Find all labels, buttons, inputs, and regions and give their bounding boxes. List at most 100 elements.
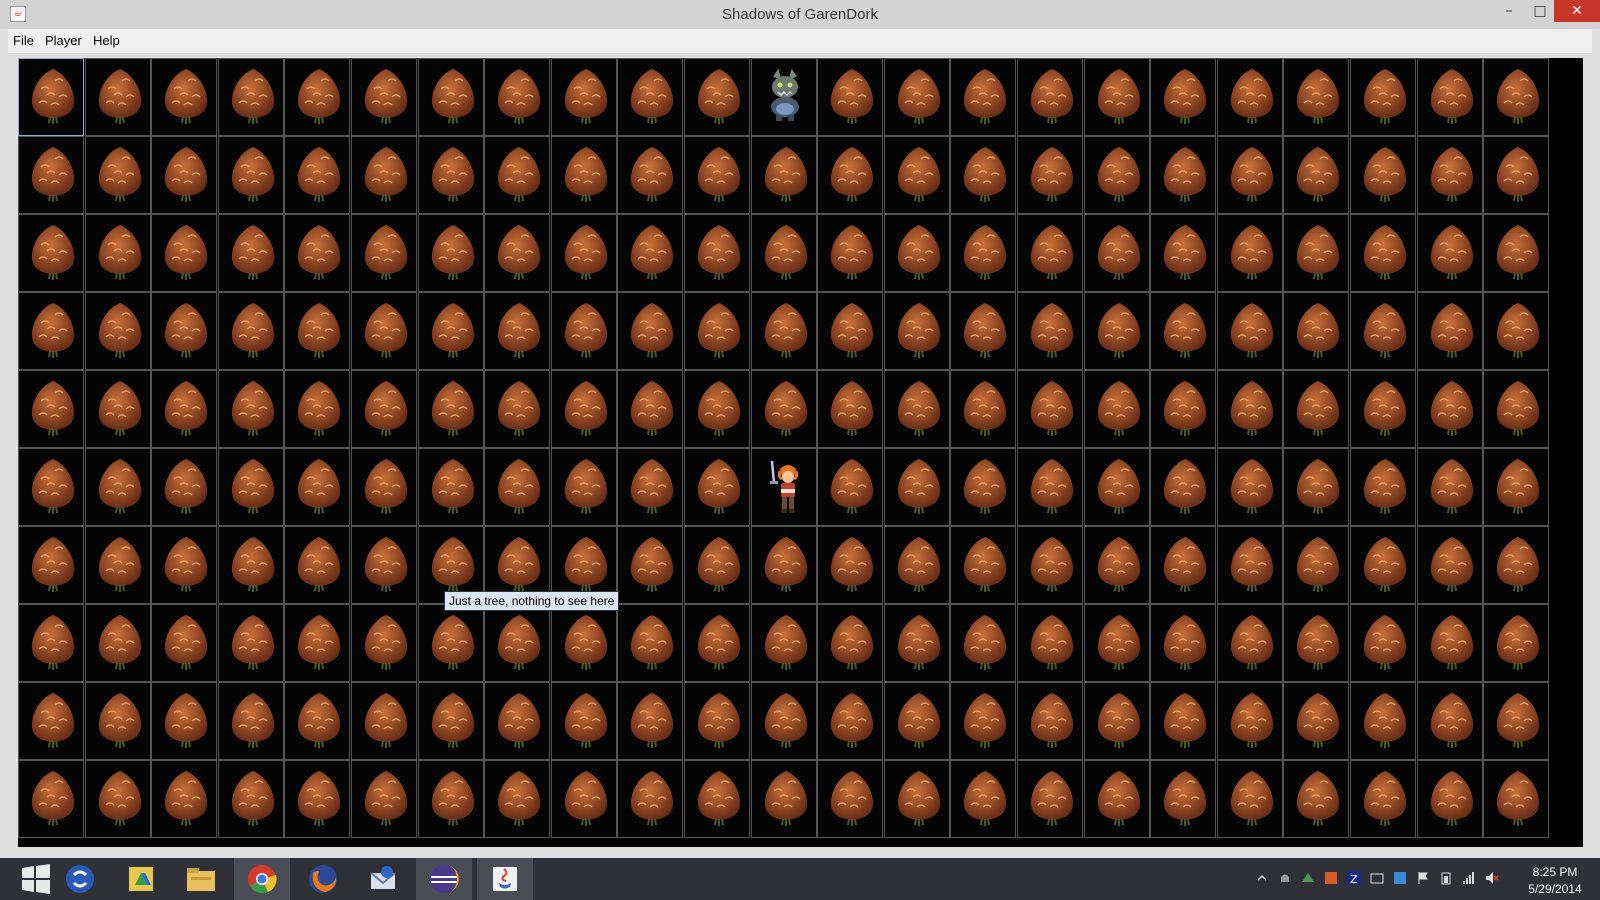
tree-tile[interactable] <box>151 58 217 136</box>
eclipse-taskbar-button[interactable] <box>416 858 472 900</box>
tree-tile[interactable] <box>1283 214 1349 292</box>
tree-tile[interactable] <box>1084 370 1150 448</box>
tree-tile[interactable] <box>1084 526 1150 604</box>
tree-tile[interactable] <box>617 760 683 838</box>
tree-tile[interactable] <box>1483 292 1549 370</box>
tree-tile[interactable] <box>1417 370 1483 448</box>
tree-tile[interactable] <box>351 214 417 292</box>
tree-tile[interactable] <box>218 370 284 448</box>
tree-tile[interactable] <box>1217 604 1283 682</box>
tree-tile[interactable] <box>85 58 151 136</box>
tree-tile[interactable] <box>484 448 550 526</box>
tree-tile[interactable] <box>351 526 417 604</box>
tree-tile[interactable] <box>218 58 284 136</box>
tree-tile[interactable] <box>551 292 617 370</box>
tree-tile[interactable] <box>351 604 417 682</box>
tree-tile[interactable] <box>950 136 1016 214</box>
tree-tile[interactable] <box>418 370 484 448</box>
tree-tile[interactable] <box>1084 58 1150 136</box>
tree-tile[interactable] <box>218 760 284 838</box>
clock-time[interactable]: 8:25 PM <box>1520 865 1590 879</box>
tree-tile[interactable] <box>1283 58 1349 136</box>
tree-tile[interactable] <box>1350 370 1416 448</box>
close-button[interactable]: ✕ <box>1554 0 1600 22</box>
tree-tile[interactable] <box>617 370 683 448</box>
tree-tile[interactable] <box>1350 682 1416 760</box>
tree-tile[interactable] <box>1017 604 1083 682</box>
tree-tile[interactable] <box>284 526 350 604</box>
tree-tile[interactable] <box>751 214 817 292</box>
tree-tile[interactable] <box>484 292 550 370</box>
tree-tile[interactable] <box>1283 292 1349 370</box>
tree-tile[interactable] <box>1417 292 1483 370</box>
tree-tile[interactable] <box>85 604 151 682</box>
tree-tile[interactable] <box>151 448 217 526</box>
tree-tile[interactable] <box>1283 682 1349 760</box>
tree-tile[interactable] <box>218 448 284 526</box>
tree-tile[interactable] <box>751 136 817 214</box>
tree-tile[interactable] <box>551 136 617 214</box>
tree-tile[interactable] <box>1483 682 1549 760</box>
tree-tile[interactable] <box>85 370 151 448</box>
tree-tile[interactable] <box>617 448 683 526</box>
menu-help[interactable]: Help <box>93 33 120 48</box>
filezilla-icon[interactable]: Z <box>1347 870 1361 886</box>
tree-tile[interactable] <box>1017 136 1083 214</box>
tree-tile[interactable] <box>617 58 683 136</box>
keyboard-icon[interactable] <box>1370 870 1384 884</box>
tree-tile[interactable] <box>284 370 350 448</box>
tree-tile[interactable] <box>1350 448 1416 526</box>
tree-tile[interactable] <box>1217 682 1283 760</box>
tree-tile[interactable] <box>817 58 883 136</box>
tree-tile[interactable] <box>1483 58 1549 136</box>
flag-icon[interactable] <box>1416 870 1430 884</box>
battery-icon[interactable] <box>1439 870 1453 885</box>
tree-tile[interactable] <box>1017 214 1083 292</box>
tree-tile[interactable] <box>85 136 151 214</box>
tree-tile[interactable] <box>617 136 683 214</box>
tree-tile[interactable] <box>1483 448 1549 526</box>
tree-tile[interactable] <box>85 682 151 760</box>
tree-tile[interactable] <box>1350 292 1416 370</box>
tree-tile[interactable] <box>351 760 417 838</box>
tree-tile[interactable] <box>484 370 550 448</box>
tree-tile[interactable] <box>1217 214 1283 292</box>
tree-tile[interactable] <box>1283 526 1349 604</box>
tree-tile[interactable] <box>684 604 750 682</box>
tree-tile[interactable] <box>1017 370 1083 448</box>
tree-tile[interactable] <box>1150 136 1216 214</box>
google-drive-taskbar-button[interactable] <box>113 858 169 900</box>
tree-tile[interactable] <box>1350 214 1416 292</box>
tree-tile[interactable] <box>18 292 84 370</box>
tree-tile[interactable] <box>284 760 350 838</box>
tree-tile[interactable] <box>1283 136 1349 214</box>
tree-tile[interactable] <box>484 58 550 136</box>
thunderbird-taskbar-button[interactable] <box>355 858 411 900</box>
tree-tile[interactable] <box>418 760 484 838</box>
tree-tile[interactable] <box>1417 760 1483 838</box>
tree-tile[interactable] <box>284 448 350 526</box>
tree-tile[interactable] <box>751 760 817 838</box>
tree-tile[interactable] <box>950 292 1016 370</box>
tree-tile[interactable] <box>551 448 617 526</box>
tree-tile[interactable] <box>1483 214 1549 292</box>
tree-tile[interactable] <box>1017 448 1083 526</box>
tree-tile[interactable] <box>218 292 284 370</box>
tree-tile[interactable] <box>151 682 217 760</box>
tree-tile[interactable] <box>551 58 617 136</box>
tree-tile[interactable] <box>884 760 950 838</box>
tree-tile[interactable] <box>85 214 151 292</box>
tree-tile[interactable] <box>617 682 683 760</box>
file-explorer-taskbar-button[interactable] <box>173 858 229 900</box>
tree-tile[interactable] <box>1084 448 1150 526</box>
tree-tile[interactable] <box>18 214 84 292</box>
tree-tile[interactable] <box>351 682 417 760</box>
tree-tile[interactable] <box>151 292 217 370</box>
tree-tile[interactable] <box>484 214 550 292</box>
tree-tile[interactable] <box>1217 58 1283 136</box>
tree-tile[interactable] <box>218 682 284 760</box>
tree-tile[interactable] <box>484 760 550 838</box>
tree-tile[interactable] <box>1017 58 1083 136</box>
tree-tile[interactable] <box>551 370 617 448</box>
signal-icon[interactable] <box>1462 870 1476 884</box>
